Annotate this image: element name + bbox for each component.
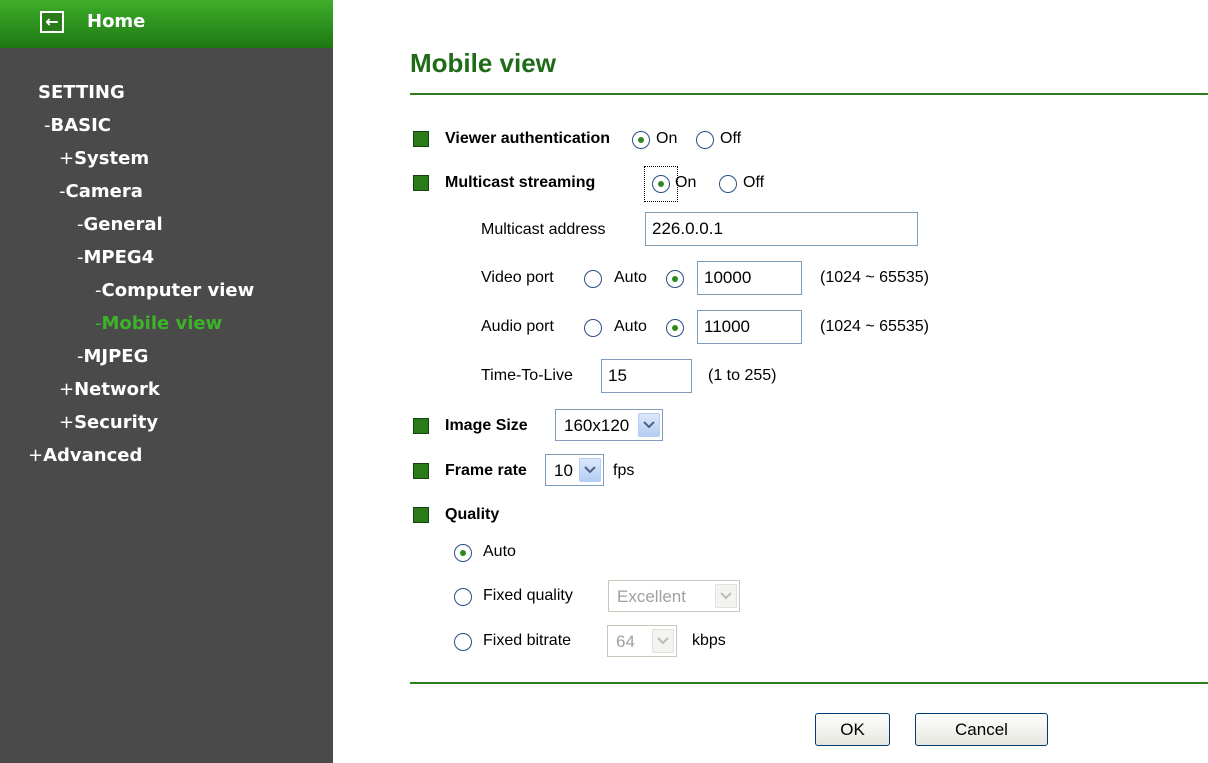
fixed-quality-select: Excellent [608,580,740,612]
viewer-auth-off-label: Off [720,130,742,147]
sidebar-item-mjpeg[interactable]: -MJPEG [77,346,148,367]
sidebar-item-security[interactable]: +Security [59,412,158,433]
viewer-auth-off-radio[interactable] [696,131,714,149]
fixed-bitrate-select: 64 [607,625,677,657]
sidebar: ← Home SETTING -BASIC +System -Camera -G… [0,0,333,763]
quality-fixed-quality-radio[interactable] [454,588,472,606]
viewer-auth-on-label: On [656,130,678,147]
audio-port-auto-label: Auto [614,318,647,335]
audio-port-label: Audio port [481,318,554,335]
ok-button[interactable]: OK [815,713,890,746]
bullet-square-icon [413,418,429,434]
bullet-square-icon [413,131,429,147]
sidebar-item-system[interactable]: +System [59,148,149,169]
fixed-bitrate-value: 64 [616,632,635,651]
sidebar-item-computer-view[interactable]: -Computer view [95,280,254,301]
sidebar-item-basic[interactable]: -BASIC [44,115,111,136]
frame-rate-label: Frame rate [445,462,527,479]
frame-rate-value: 10 [554,461,573,480]
chevron-down-icon[interactable] [638,413,660,437]
audio-port-manual-radio[interactable] [666,319,684,337]
multicast-address-input[interactable] [645,212,918,246]
multicast-on-radio[interactable] [652,175,670,193]
image-size-value: 160x120 [564,416,630,435]
bullet-square-icon [413,507,429,523]
viewer-auth-label: Viewer authentication [445,130,611,147]
sidebar-item-network[interactable]: +Network [59,379,160,400]
sidebar-item-camera[interactable]: -Camera [59,181,143,202]
quality-fixed-bitrate-radio[interactable] [454,633,472,651]
sidebar-item-general[interactable]: -General [77,214,163,235]
video-port-auto-radio[interactable] [584,270,602,288]
bitrate-unit: kbps [692,632,726,649]
multicast-label: Multicast streaming [445,174,596,191]
ttl-label: Time-To-Live [481,367,573,384]
sidebar-item-mobile-view[interactable]: -Mobile view [95,313,222,334]
title-divider [410,93,1208,95]
viewer-auth-on-radio[interactable] [632,131,650,149]
bullet-square-icon [413,175,429,191]
sidebar-item-mpeg4[interactable]: -MPEG4 [77,247,154,268]
main-panel: Mobile view Viewer authentication On Off… [333,0,1208,763]
multicast-off-radio[interactable] [719,175,737,193]
home-label: Home [87,11,146,32]
ttl-input[interactable] [601,359,692,393]
fixed-quality-value: Excellent [617,587,686,606]
sidebar-title: SETTING [38,82,125,103]
audio-port-auto-radio[interactable] [584,319,602,337]
video-port-manual-radio[interactable] [666,270,684,288]
multicast-address-label: Multicast address [481,221,606,238]
bullet-square-icon [413,463,429,479]
video-port-input[interactable] [697,261,802,295]
arrow-left-icon: ← [40,11,64,33]
quality-fixed-bitrate-label: Fixed bitrate [483,632,572,649]
video-port-label: Video port [481,269,554,286]
quality-label: Quality [445,506,500,523]
chevron-down-icon [715,584,737,608]
quality-fixed-quality-label: Fixed quality [483,587,573,604]
multicast-on-label: On [675,174,697,191]
frame-rate-unit: fps [613,462,635,479]
quality-auto-radio[interactable] [454,544,472,562]
audio-port-input[interactable] [697,310,802,344]
multicast-off-label: Off [743,174,765,191]
image-size-select[interactable]: 160x120 [555,409,663,441]
ttl-range: (1 to 255) [708,367,777,384]
frame-rate-select[interactable]: 10 [545,454,604,486]
bottom-divider [410,682,1208,684]
sidebar-item-advanced[interactable]: +Advanced [28,445,142,466]
cancel-button[interactable]: Cancel [915,713,1048,746]
audio-port-range: (1024 ~ 65535) [820,318,929,335]
video-port-range: (1024 ~ 65535) [820,269,929,286]
image-size-label: Image Size [445,417,528,434]
page-title: Mobile view [410,48,556,78]
quality-auto-label: Auto [483,543,516,560]
video-port-auto-label: Auto [614,269,647,286]
chevron-down-icon [652,629,674,653]
chevron-down-icon[interactable] [579,458,601,482]
home-link[interactable]: ← Home [0,0,333,48]
